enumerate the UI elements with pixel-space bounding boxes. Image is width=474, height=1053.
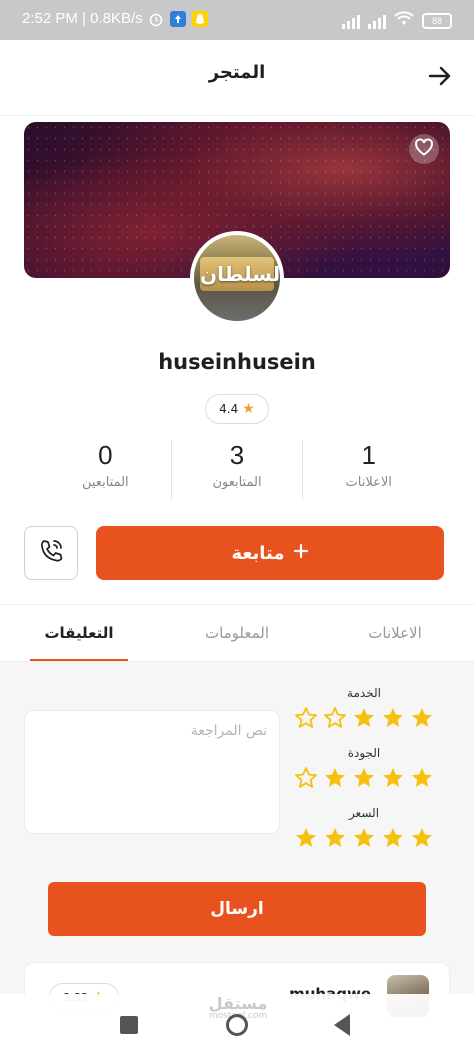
snapchat-icon — [192, 11, 208, 27]
star-filled-icon[interactable] — [381, 766, 405, 790]
star-filled-icon[interactable] — [410, 826, 434, 850]
stat-ads[interactable]: 1 الاعلانات — [303, 440, 434, 500]
stat-label: الاعلانات — [345, 475, 392, 490]
star-filled-icon[interactable] — [294, 826, 318, 850]
top-app-bar: المتجر — [0, 40, 474, 116]
favorite-button[interactable] — [409, 134, 439, 164]
battery-indicator: 88 — [422, 13, 452, 29]
star-filled-icon[interactable] — [352, 706, 376, 730]
star-icon: ★ — [242, 401, 255, 417]
rating-label-service: الخدمة — [347, 686, 381, 700]
review-text-input[interactable]: نص المراجعة — [24, 710, 280, 834]
call-button[interactable] — [24, 526, 78, 580]
rating-quality: الجودة — [294, 746, 434, 790]
rating-price: السعر — [294, 806, 434, 850]
tab-ads[interactable]: الاعلانات — [316, 605, 474, 661]
send-review-button[interactable]: ارسال — [48, 882, 426, 936]
star-filled-icon[interactable] — [323, 826, 347, 850]
recents-button[interactable] — [120, 1016, 138, 1034]
stat-label: المتابعين — [81, 475, 129, 490]
status-time: 2:52 PM | 0.8KB/s — [22, 10, 143, 27]
stat-label: المتابعون — [212, 475, 262, 490]
follow-button[interactable]: متابعة — [96, 526, 444, 580]
store-username: huseinhusein — [158, 350, 316, 374]
star-filled-icon[interactable] — [352, 826, 376, 850]
stat-value: 0 — [98, 440, 113, 470]
arrow-right-icon[interactable] — [426, 62, 454, 90]
star-filled-icon[interactable] — [381, 826, 405, 850]
heart-outline-icon — [414, 138, 434, 160]
star-filled-icon[interactable] — [352, 766, 376, 790]
star-filled-icon[interactable] — [410, 706, 434, 730]
stars-row — [294, 706, 434, 730]
store-stats: 0 المتابعين 3 المتابعون 1 الاعلانات — [40, 440, 434, 500]
store-tabs: الاعلانات المعلومات التعليقات — [0, 604, 474, 662]
tab-info[interactable]: المعلومات — [158, 605, 316, 661]
star-filled-icon[interactable] — [381, 706, 405, 730]
system-nav-bar: مستقل mostaql.com — [0, 994, 474, 1053]
star-outline-icon[interactable] — [294, 766, 318, 790]
rating-value: 4.4 — [219, 402, 239, 416]
star-filled-icon[interactable] — [323, 766, 347, 790]
active-tab-indicator — [30, 659, 128, 661]
store-avatar: السلطان — [190, 231, 284, 325]
follow-label: متابعة — [231, 542, 285, 564]
review-placeholder: نص المراجعة — [190, 723, 267, 739]
status-notification-icons — [148, 11, 208, 27]
stat-following[interactable]: 0 المتابعين — [40, 440, 171, 500]
wifi-icon — [394, 11, 414, 31]
tab-comments[interactable]: التعليقات — [0, 605, 158, 661]
stars-row — [294, 826, 434, 850]
stat-followers[interactable]: 3 المتابعون — [170, 440, 304, 500]
stat-value: 3 — [229, 440, 245, 470]
store-rating-badge: 4.4 ★ — [205, 394, 269, 424]
signal-icon-2 — [368, 13, 386, 29]
signal-icon — [342, 13, 360, 29]
plus-icon — [293, 543, 309, 564]
phone-icon — [37, 537, 65, 569]
rating-label-price: السعر — [348, 806, 380, 820]
stat-value: 1 — [361, 440, 376, 470]
upload-icon — [170, 11, 186, 27]
home-button[interactable] — [226, 1014, 248, 1036]
avatar-sign: السلطان — [200, 257, 280, 291]
status-bar: 2:52 PM | 0.8KB/s 88 — [0, 0, 474, 40]
status-right-icons: 88 — [342, 11, 452, 31]
alarm-icon — [148, 11, 164, 27]
rating-service: الخدمة — [294, 686, 434, 730]
page-title: المتجر — [208, 62, 266, 83]
stars-row — [294, 766, 434, 790]
star-outline-icon[interactable] — [294, 706, 318, 730]
star-filled-icon[interactable] — [410, 766, 434, 790]
rating-label-quality: الجودة — [347, 746, 381, 760]
back-button[interactable] — [334, 1014, 350, 1036]
star-outline-icon[interactable] — [323, 706, 347, 730]
